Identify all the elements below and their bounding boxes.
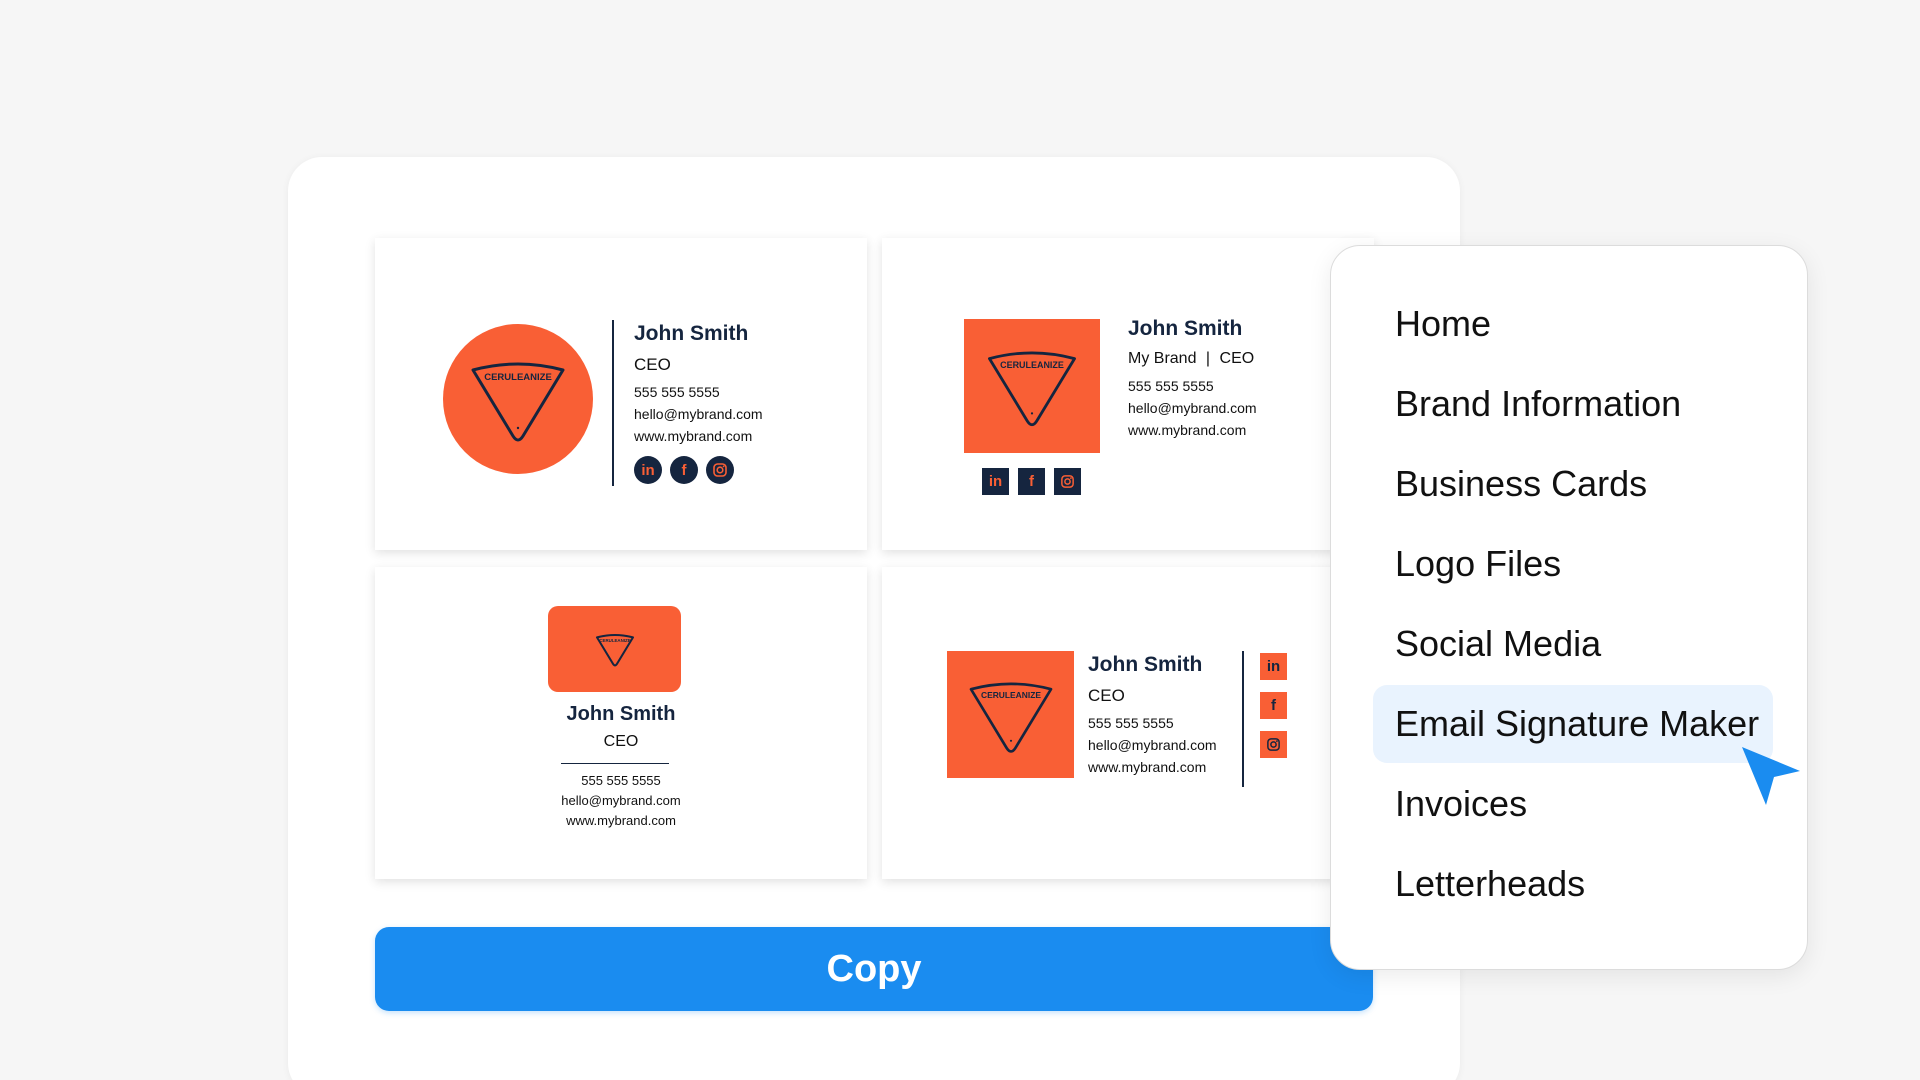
brand-logo-text: CERULEANIZE bbox=[1000, 360, 1064, 370]
brand-logo-text: CERULEANIZE bbox=[599, 638, 630, 643]
facebook-icon: f bbox=[670, 456, 698, 484]
facebook-icon: f bbox=[1260, 692, 1287, 719]
signature-template-3[interactable]: CERULEANIZE John Smith CEO 555 555 5555 … bbox=[375, 567, 867, 879]
divider bbox=[561, 763, 669, 764]
menu-item-invoices[interactable]: Invoices bbox=[1373, 765, 1773, 843]
menu-item-social-media[interactable]: Social Media bbox=[1373, 605, 1773, 683]
signature-phone: 555 555 5555 bbox=[581, 773, 661, 788]
signature-email: hello@mybrand.com bbox=[1088, 737, 1217, 753]
signature-company: My Brand bbox=[1128, 350, 1197, 367]
signature-name: John Smith bbox=[634, 322, 749, 345]
brand-logo: CERULEANIZE bbox=[548, 606, 681, 692]
signature-title: CEO bbox=[603, 733, 639, 750]
menu-item-email-signature-maker[interactable]: Email Signature Maker bbox=[1373, 685, 1773, 763]
brand-logo: CERULEANIZE bbox=[964, 319, 1100, 453]
signature-name: John Smith bbox=[566, 703, 676, 725]
signature-company-title: My Brand | CEO bbox=[1128, 350, 1254, 368]
signature-title: CEO bbox=[634, 355, 671, 374]
signature-name: John Smith bbox=[1128, 317, 1243, 340]
menu-item-brand-information[interactable]: Brand Information bbox=[1373, 365, 1773, 443]
signature-website: www.mybrand.com bbox=[566, 813, 676, 828]
menu-item-letterheads[interactable]: Letterheads bbox=[1373, 845, 1773, 923]
divider bbox=[1242, 651, 1244, 787]
mouse-cursor-icon bbox=[1740, 745, 1802, 812]
brand-logo: CERULEANIZE bbox=[947, 651, 1074, 778]
signature-template-2[interactable]: CERULEANIZE in f John Smith My Brand | C… bbox=[882, 238, 1374, 550]
menu-item-home[interactable]: Home bbox=[1373, 285, 1773, 363]
instagram-icon bbox=[1260, 731, 1287, 758]
signature-website: www.mybrand.com bbox=[634, 428, 753, 444]
signature-template-1[interactable]: CERULEANIZE John Smith CEO 555 555 5555 … bbox=[375, 238, 867, 550]
signature-website: www.mybrand.com bbox=[1128, 422, 1247, 438]
signature-phone: 555 555 5555 bbox=[1088, 715, 1174, 731]
instagram-icon bbox=[1054, 468, 1081, 495]
linkedin-icon: in bbox=[634, 456, 662, 484]
signature-email: hello@mybrand.com bbox=[634, 406, 763, 422]
instagram-icon bbox=[706, 456, 734, 484]
brand-logo-text: CERULEANIZE bbox=[484, 372, 552, 383]
brand-logo-text: CERULEANIZE bbox=[980, 690, 1040, 700]
navigation-menu: Home Brand Information Business Cards Lo… bbox=[1330, 245, 1808, 970]
signature-template-4[interactable]: CERULEANIZE John Smith CEO 555 555 5555 … bbox=[882, 567, 1374, 879]
divider bbox=[612, 320, 614, 486]
signature-email: hello@mybrand.com bbox=[561, 793, 681, 808]
signature-phone: 555 555 5555 bbox=[1128, 378, 1214, 394]
signature-title: CEO bbox=[1219, 350, 1255, 367]
separator: | bbox=[1205, 350, 1211, 367]
copy-button[interactable]: Copy bbox=[375, 927, 1373, 1011]
menu-item-business-cards[interactable]: Business Cards bbox=[1373, 445, 1773, 523]
menu-item-logo-files[interactable]: Logo Files bbox=[1373, 525, 1773, 603]
linkedin-icon: in bbox=[982, 468, 1009, 495]
signature-email: hello@mybrand.com bbox=[1128, 400, 1257, 416]
signature-title: CEO bbox=[1088, 686, 1125, 705]
signature-website: www.mybrand.com bbox=[1088, 759, 1207, 775]
signature-phone: 555 555 5555 bbox=[634, 384, 720, 400]
facebook-icon: f bbox=[1018, 468, 1045, 495]
signature-name: John Smith bbox=[1088, 653, 1203, 676]
brand-logo: CERULEANIZE bbox=[443, 324, 593, 474]
linkedin-icon: in bbox=[1260, 653, 1287, 680]
